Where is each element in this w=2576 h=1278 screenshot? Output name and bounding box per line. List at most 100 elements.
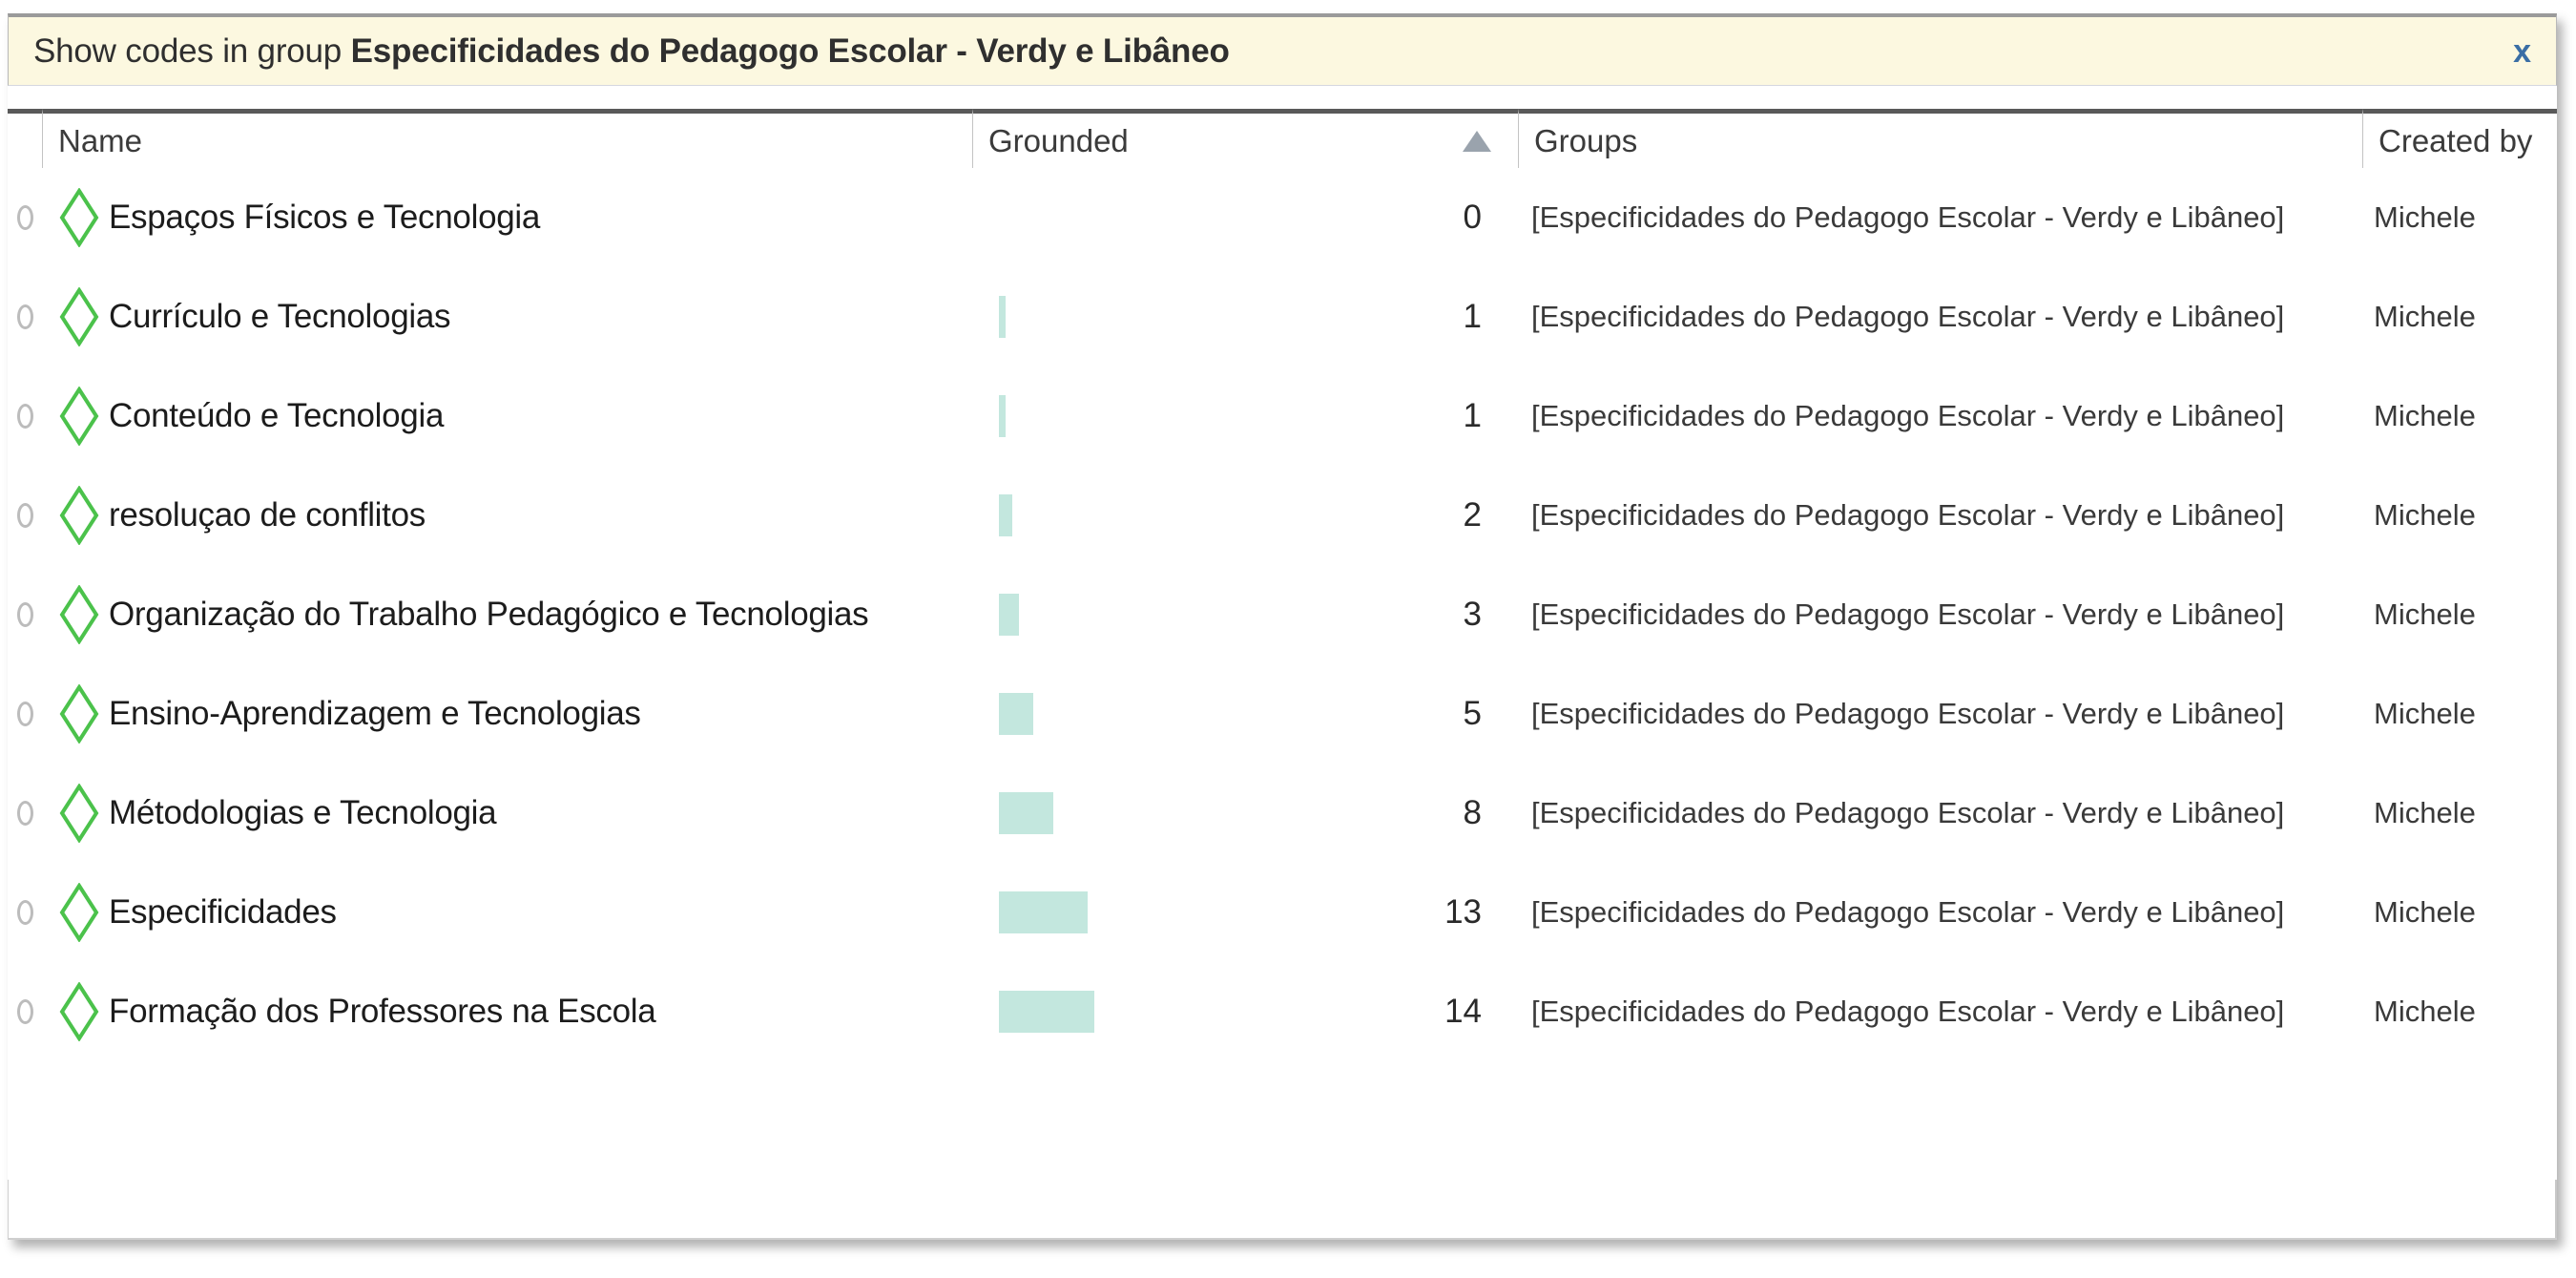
cell-created-by[interactable]: Michele bbox=[2362, 367, 2557, 466]
column-header-groups[interactable]: Groups bbox=[1518, 109, 2362, 168]
created-by-label: Michele bbox=[2374, 200, 2476, 234]
created-by-label: Michele bbox=[2374, 597, 2476, 631]
cell-name[interactable]: Especificidades bbox=[42, 863, 972, 962]
cell-created-by[interactable]: Michele bbox=[2362, 168, 2557, 267]
table-row[interactable]: resoluçao de conflitos 2 [Especificidades … bbox=[8, 466, 2557, 565]
grounded-value-label: 2 bbox=[1463, 496, 1482, 534]
table-row[interactable]: Ensino-Aprendizagem e Tecnologias 5 [Espec… bbox=[8, 664, 2557, 764]
grounded-value-label: 1 bbox=[1463, 298, 1482, 335]
code-name-label: Especificidades bbox=[109, 893, 337, 931]
cell-name[interactable]: Ensino-Aprendizagem e Tecnologias bbox=[42, 664, 972, 764]
column-header-name[interactable]: Name bbox=[42, 109, 972, 168]
row-selection-marker[interactable] bbox=[8, 863, 42, 962]
column-header-created-by[interactable]: Created by bbox=[2362, 109, 2557, 168]
grounded-value-label: 3 bbox=[1463, 596, 1482, 633]
grounded-bar bbox=[999, 792, 1053, 834]
cell-created-by[interactable]: Michele bbox=[2362, 267, 2557, 367]
circle-icon bbox=[16, 602, 33, 627]
row-selection-marker[interactable] bbox=[8, 267, 42, 367]
cell-name[interactable]: Métodologias e Tecnologia bbox=[42, 764, 972, 863]
cell-grounded[interactable]: 0 bbox=[972, 168, 1518, 267]
cell-grounded[interactable]: 14 bbox=[972, 962, 1518, 1061]
row-selection-marker[interactable] bbox=[8, 168, 42, 267]
cell-groups[interactable]: [Especificidades do Pedagogo Escolar - V… bbox=[1518, 962, 2362, 1061]
cell-grounded[interactable]: 5 bbox=[972, 664, 1518, 764]
code-name-label: Formação dos Professores na Escola bbox=[109, 993, 656, 1030]
row-selection-marker[interactable] bbox=[8, 764, 42, 863]
table-row[interactable]: Organização do Trabalho Pedagógico e Tec… bbox=[8, 565, 2557, 664]
code-name-label: Organização do Trabalho Pedagógico e Tec… bbox=[109, 596, 869, 633]
cell-groups[interactable]: [Especificidades do Pedagogo Escolar - V… bbox=[1518, 466, 2362, 565]
window-bottom-border bbox=[8, 1238, 2557, 1240]
cell-groups[interactable]: [Especificidades do Pedagogo Escolar - V… bbox=[1518, 267, 2362, 367]
table-body[interactable]: Espaços Físicos e Tecnologia 0 [Especifici… bbox=[8, 168, 2557, 1180]
cell-groups[interactable]: [Especificidades do Pedagogo Escolar - V… bbox=[1518, 565, 2362, 664]
column-header-grounded[interactable]: Grounded bbox=[972, 109, 1518, 168]
table-row[interactable]: Espaços Físicos e Tecnologia 0 [Especifici… bbox=[8, 168, 2557, 267]
cell-created-by[interactable]: Michele bbox=[2362, 962, 2557, 1061]
cell-name[interactable]: Formação dos Professores na Escola bbox=[42, 962, 972, 1061]
groups-label: [Especificidades do Pedagogo Escolar - V… bbox=[1531, 200, 2285, 234]
cell-grounded[interactable]: 1 bbox=[972, 267, 1518, 367]
table-row[interactable]: Formação dos Professores na Escola 14 [Esp… bbox=[8, 962, 2557, 1061]
grounded-bar bbox=[999, 693, 1033, 735]
cell-created-by[interactable]: Michele bbox=[2362, 565, 2557, 664]
groups-label: [Especificidades do Pedagogo Escolar - V… bbox=[1531, 498, 2285, 532]
close-icon[interactable]: x bbox=[2513, 35, 2531, 68]
cell-created-by[interactable]: Michele bbox=[2362, 664, 2557, 764]
cell-grounded[interactable]: 13 bbox=[972, 863, 1518, 962]
cell-name[interactable]: Conteúdo e Tecnologia bbox=[42, 367, 972, 466]
created-by-label: Michele bbox=[2374, 300, 2476, 333]
cell-name[interactable]: Currículo e Tecnologias bbox=[42, 267, 972, 367]
cell-grounded[interactable]: 3 bbox=[972, 565, 1518, 664]
grounded-value-label: 14 bbox=[1444, 993, 1482, 1030]
cell-created-by[interactable]: Michele bbox=[2362, 863, 2557, 962]
cell-groups[interactable]: [Especificidades do Pedagogo Escolar - V… bbox=[1518, 367, 2362, 466]
grounded-bar bbox=[999, 494, 1012, 536]
cell-name[interactable]: Espaços Físicos e Tecnologia bbox=[42, 168, 972, 267]
cell-groups[interactable]: [Especificidades do Pedagogo Escolar - V… bbox=[1518, 764, 2362, 863]
row-selection-marker[interactable] bbox=[8, 367, 42, 466]
code-diamond-icon bbox=[59, 387, 99, 446]
row-selection-marker[interactable] bbox=[8, 466, 42, 565]
cell-name[interactable]: Organização do Trabalho Pedagógico e Tec… bbox=[42, 565, 972, 664]
row-selection-marker[interactable] bbox=[8, 962, 42, 1061]
table-row[interactable]: Conteúdo e Tecnologia 1 [Especificidades d… bbox=[8, 367, 2557, 466]
grounded-bar bbox=[999, 395, 1006, 437]
cell-grounded[interactable]: 1 bbox=[972, 367, 1518, 466]
circle-icon bbox=[16, 404, 33, 429]
filter-prefix-label: Show codes in group bbox=[33, 31, 343, 70]
cell-groups[interactable]: [Especificidades do Pedagogo Escolar - V… bbox=[1518, 664, 2362, 764]
cell-created-by[interactable]: Michele bbox=[2362, 764, 2557, 863]
circle-icon bbox=[16, 900, 33, 925]
groups-label: [Especificidades do Pedagogo Escolar - V… bbox=[1531, 399, 2285, 432]
filter-description: Show codes in group Especificidades do P… bbox=[33, 32, 1230, 71]
row-selection-marker[interactable] bbox=[8, 664, 42, 764]
groups-label: [Especificidades do Pedagogo Escolar - V… bbox=[1531, 300, 2285, 333]
code-name-label: Conteúdo e Tecnologia bbox=[109, 397, 445, 434]
code-diamond-icon bbox=[59, 784, 99, 843]
created-by-label: Michele bbox=[2374, 498, 2476, 532]
created-by-label: Michele bbox=[2374, 697, 2476, 730]
column-header-marker[interactable] bbox=[8, 109, 42, 168]
cell-name[interactable]: resoluçao de conflitos bbox=[42, 466, 972, 565]
code-diamond-icon bbox=[59, 684, 99, 744]
grounded-value-label: 1 bbox=[1463, 397, 1482, 434]
cell-groups[interactable]: [Especificidades do Pedagogo Escolar - V… bbox=[1518, 863, 2362, 962]
column-header-grounded-label: Grounded bbox=[988, 122, 1129, 158]
grounded-bar bbox=[999, 991, 1094, 1033]
code-diamond-icon bbox=[59, 883, 99, 942]
table-row[interactable]: Métodologias e Tecnologia 8 [Especificidad… bbox=[8, 764, 2557, 863]
table-row[interactable]: Especificidades 13 [Especificidades do Ped… bbox=[8, 863, 2557, 962]
cell-grounded[interactable]: 8 bbox=[972, 764, 1518, 863]
table-row[interactable]: Currículo e Tecnologias 1 [Especificidades… bbox=[8, 267, 2557, 367]
code-diamond-icon bbox=[59, 188, 99, 247]
cell-groups[interactable]: [Especificidades do Pedagogo Escolar - V… bbox=[1518, 168, 2362, 267]
grounded-bar bbox=[999, 891, 1088, 933]
sort-ascending-icon[interactable] bbox=[1463, 130, 1491, 152]
filter-group-name: Especificidades do Pedagogo Escolar - Ve… bbox=[350, 31, 1230, 70]
cell-grounded[interactable]: 2 bbox=[972, 466, 1518, 565]
cell-created-by[interactable]: Michele bbox=[2362, 466, 2557, 565]
created-by-label: Michele bbox=[2374, 796, 2476, 829]
row-selection-marker[interactable] bbox=[8, 565, 42, 664]
